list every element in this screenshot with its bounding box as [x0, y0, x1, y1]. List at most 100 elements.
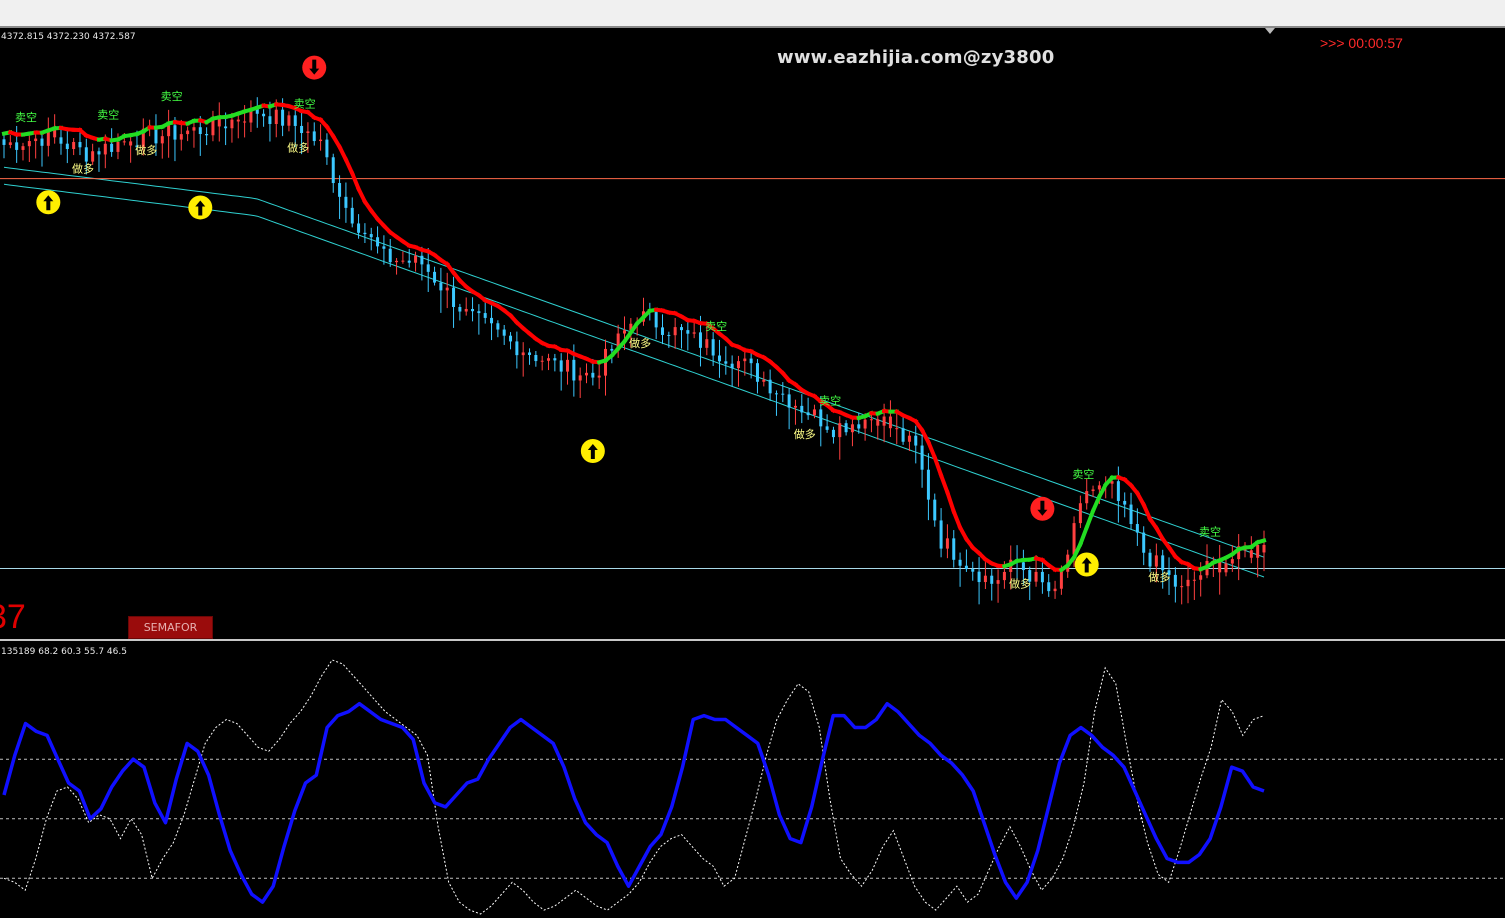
candle-body — [1173, 574, 1177, 587]
chart-area[interactable]: 卖空 卖空 卖空 卖空 卖空 卖空 卖空 卖空 做多 做多 做多 做多 做多 做多 做多 — [0, 28, 1505, 918]
candle-body — [116, 141, 120, 152]
price-chart[interactable]: 卖空 卖空卖空卖空卖空卖空卖空卖空做多做多 做多做多做多做多做多 — [0, 28, 1505, 918]
candle-body — [331, 157, 335, 184]
candle-body — [793, 405, 797, 408]
candle-body — [395, 260, 399, 263]
candle-body — [464, 308, 468, 312]
buy-label: 做多 — [629, 336, 651, 350]
candle-body — [610, 348, 614, 351]
trend-segment — [1090, 493, 1103, 514]
candle-body — [382, 246, 386, 249]
trend-segment — [1141, 502, 1153, 522]
candle-body — [939, 520, 943, 549]
candle-body — [15, 142, 19, 150]
candle-body — [236, 119, 240, 122]
buy-label: 做多 — [1148, 570, 1170, 584]
candle-body — [717, 355, 721, 362]
candle-body — [338, 183, 342, 197]
candle-body — [110, 143, 114, 152]
candle-body — [129, 141, 133, 146]
candle-body — [787, 394, 791, 408]
candle-body — [515, 341, 519, 356]
oscillator — [2, 659, 1265, 915]
candle-body — [192, 127, 196, 131]
horizontal-levels[interactable] — [0, 178, 1505, 569]
candle-body — [1040, 571, 1044, 583]
candle-body — [1161, 555, 1165, 571]
oscillator-main-line — [2, 701, 1265, 904]
candle-body — [21, 146, 25, 150]
candle-body — [566, 359, 570, 372]
candle-body — [502, 329, 506, 336]
candle-body — [167, 125, 171, 137]
candle-body — [743, 358, 747, 362]
semafor-buy-icon — [1074, 552, 1099, 577]
candle-body — [483, 313, 487, 318]
candle-body — [958, 559, 962, 566]
trend-segment — [349, 170, 362, 192]
candle-body — [528, 352, 532, 356]
sell-label: 卖空 — [1199, 525, 1221, 539]
candle-body — [230, 119, 234, 129]
candle-body — [762, 379, 766, 382]
candle-body — [59, 137, 63, 144]
candle-body — [1192, 579, 1196, 581]
candle-body — [977, 571, 981, 583]
candle-body — [831, 429, 835, 438]
candle-body — [369, 234, 373, 238]
candle-body — [471, 308, 475, 312]
candle-body — [496, 323, 500, 330]
price-readout: 37 — [0, 598, 26, 636]
candle-body — [300, 125, 304, 134]
candle-body — [293, 115, 297, 126]
candle-body — [850, 424, 854, 433]
candle-body — [458, 307, 462, 312]
candle-body — [755, 363, 759, 382]
candle-body — [1199, 575, 1203, 580]
semafor-button[interactable]: SEMAFOR — [128, 616, 213, 639]
candle-body — [774, 393, 778, 395]
sell-label: 卖空 — [819, 393, 841, 407]
candle-body — [882, 416, 886, 426]
candle-body — [91, 151, 95, 162]
window-toolbar — [0, 0, 1505, 27]
candle-body — [1053, 588, 1057, 592]
trend-segment — [355, 186, 368, 205]
candle-body — [749, 358, 753, 364]
candle-body — [591, 372, 595, 378]
candle-body — [1129, 504, 1133, 525]
trend-segment — [343, 156, 355, 177]
candle-body — [1078, 503, 1082, 524]
candle-body — [806, 412, 810, 416]
candle-body — [414, 255, 418, 263]
candle-body — [920, 445, 924, 470]
candle-body — [426, 264, 430, 272]
candle-body — [160, 136, 164, 144]
candle-body — [8, 142, 12, 145]
candle-body — [1142, 532, 1146, 553]
candle-body — [319, 139, 323, 142]
oscillator-levels — [0, 758, 1505, 879]
candle-body — [186, 130, 190, 135]
semafor-signals — [36, 55, 1099, 577]
trend-segment — [919, 427, 932, 445]
candle-body — [869, 419, 873, 421]
candle-body — [585, 372, 589, 376]
candle-body — [553, 358, 557, 361]
candle-body — [572, 359, 576, 381]
candle-body — [705, 339, 709, 348]
candle-body — [490, 317, 494, 324]
candle-body — [1116, 481, 1120, 501]
candle-body — [363, 232, 367, 235]
semafor-buy-icon — [580, 439, 605, 464]
candle-body — [907, 435, 911, 442]
candle-body — [27, 141, 31, 147]
candle-body — [578, 375, 582, 381]
candle-body — [1154, 555, 1158, 567]
candle-body — [1135, 524, 1139, 533]
candle-body — [1072, 523, 1076, 555]
candle-body — [205, 134, 209, 136]
chart-shift-marker-icon[interactable] — [1265, 28, 1275, 34]
candle-body — [667, 334, 671, 336]
sell-label: 卖空 — [294, 97, 316, 111]
